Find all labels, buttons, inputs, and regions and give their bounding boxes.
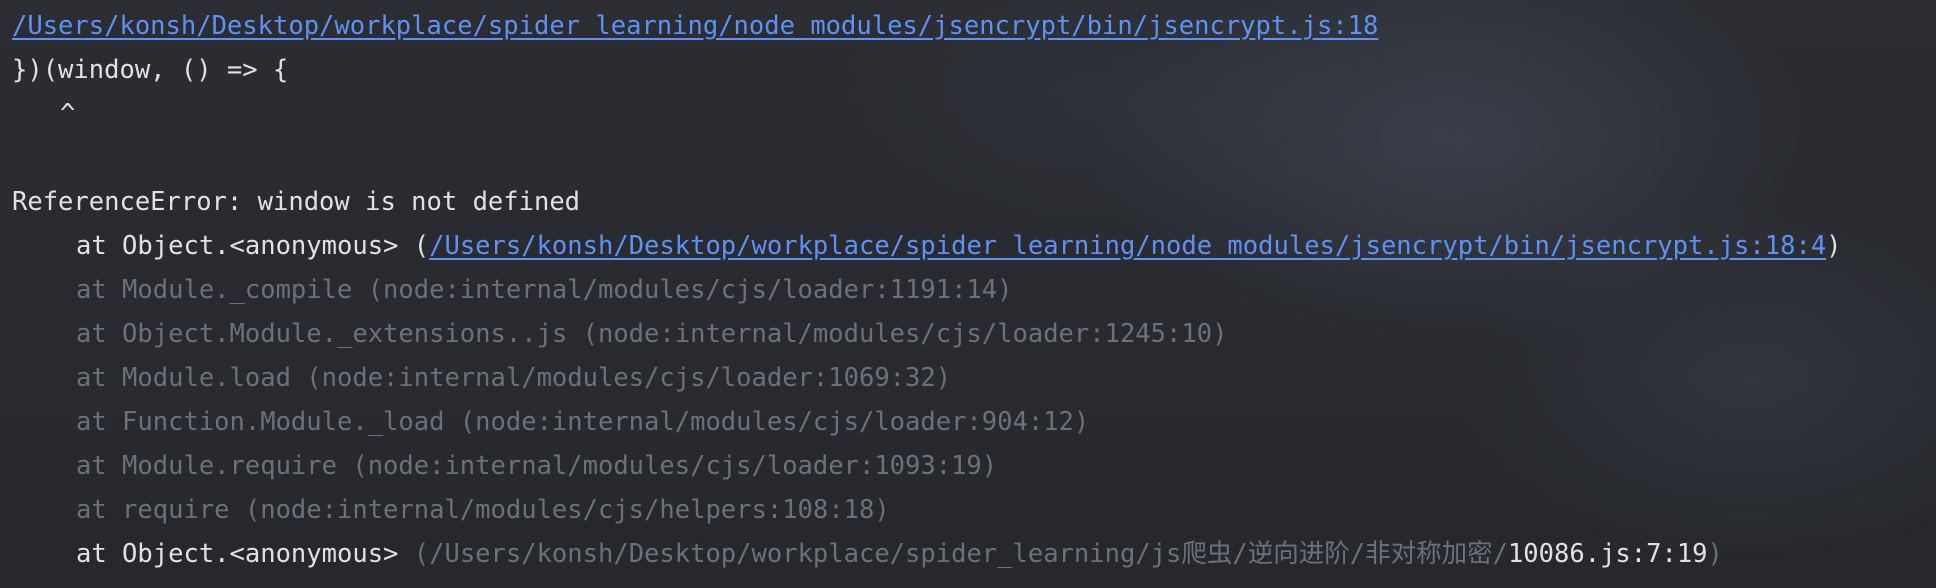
console-line-source: })(window, () => {: [0, 48, 1936, 92]
stack-frame-suffix: ): [1826, 231, 1842, 261]
stack-frame-text: at Object.Module._extensions..js (node:i…: [76, 319, 1228, 349]
stack-frame-2: at Module._compile (node:internal/module…: [0, 268, 1936, 312]
stack-frame-file: 10086.js:7:19: [1507, 539, 1708, 569]
stack-frame-1: at Object.<anonymous> (/Users/konsh/Desk…: [0, 224, 1936, 268]
stack-frame-text: at require (node:internal/modules/cjs/he…: [76, 495, 890, 525]
stack-frame-path: (/Users/konsh/Desktop/workplace/spider_l…: [413, 539, 1508, 569]
source-code-line: })(window, () => {: [12, 55, 289, 85]
console-line-error-location: /Users/konsh/Desktop/workplace/spider_le…: [0, 4, 1936, 48]
stack-frame-source-link[interactable]: /Users/konsh/Desktop/workplace/spider_le…: [429, 231, 1826, 261]
stack-frame-prefix: at Object.<anonymous>: [76, 539, 414, 569]
stack-frame-8: at Object.<anonymous> (/Users/konsh/Desk…: [0, 532, 1936, 576]
stack-frame-text: at Function.Module._load (node:internal/…: [76, 407, 1090, 437]
console-line-caret: ^: [0, 92, 1936, 136]
caret-marker: ^: [60, 99, 76, 129]
stack-frame-7: at require (node:internal/modules/cjs/he…: [0, 488, 1936, 532]
error-message: ReferenceError: window is not defined: [12, 187, 581, 217]
stack-frame-prefix: at Object.<anonymous> (: [76, 231, 430, 261]
error-location-link[interactable]: /Users/konsh/Desktop/workplace/spider_le…: [12, 11, 1378, 41]
console-output: /Users/konsh/Desktop/workplace/spider_le…: [0, 0, 1936, 588]
console-line-error-message: ReferenceError: window is not defined: [0, 180, 1936, 224]
stack-frame-text: at Module._compile (node:internal/module…: [76, 275, 1013, 305]
stack-frame-text: at Module.load (node:internal/modules/cj…: [76, 363, 952, 393]
stack-frame-suffix: ): [1707, 539, 1723, 569]
stack-frame-3: at Object.Module._extensions..js (node:i…: [0, 312, 1936, 356]
stack-frame-text: at Module.require (node:internal/modules…: [76, 451, 998, 481]
stack-frame-6: at Module.require (node:internal/modules…: [0, 444, 1936, 488]
stack-frame-5: at Function.Module._load (node:internal/…: [0, 400, 1936, 444]
stack-frame-4: at Module.load (node:internal/modules/cj…: [0, 356, 1936, 400]
